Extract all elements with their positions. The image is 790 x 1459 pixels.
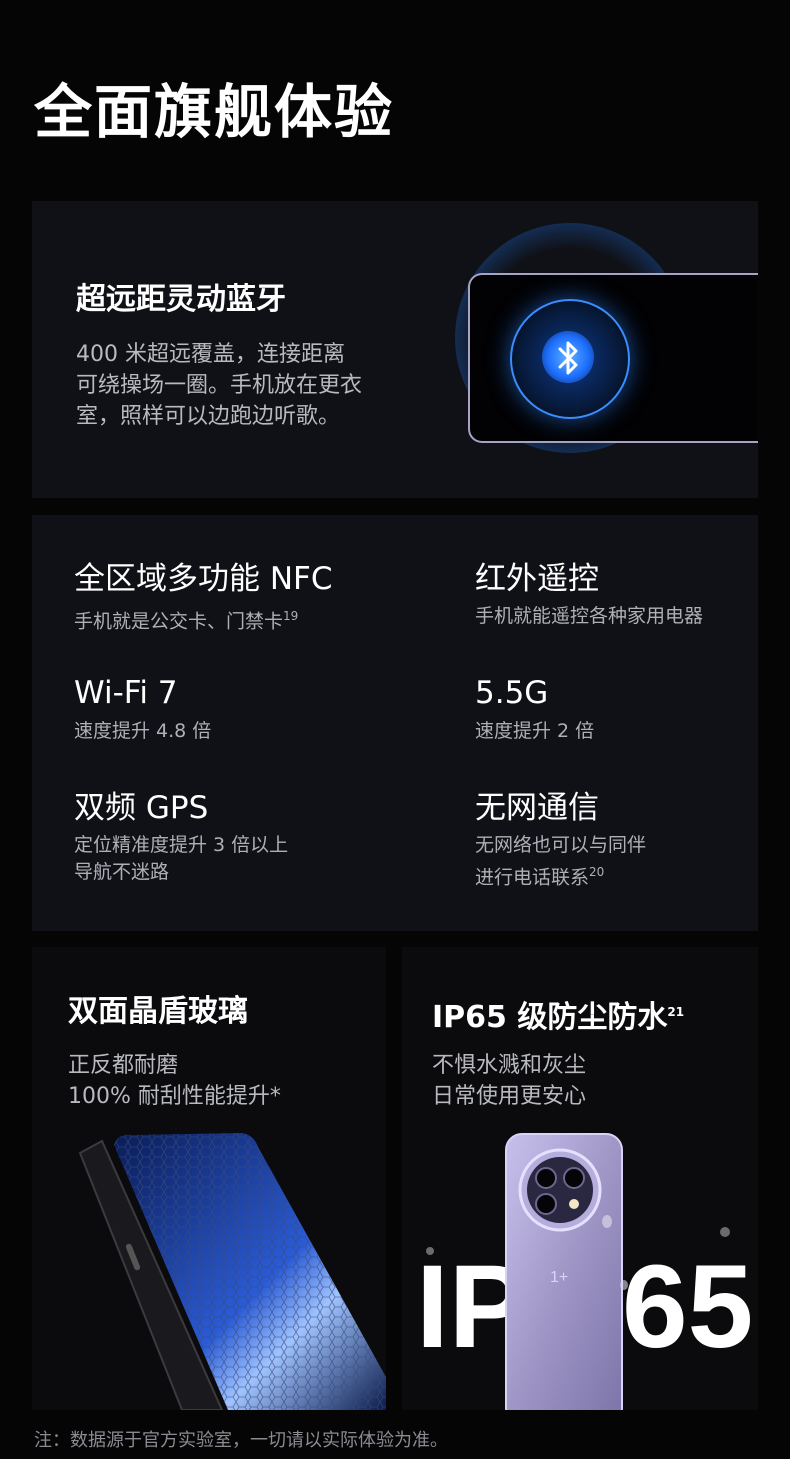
ip65-title: IP65 级防尘防水21 <box>432 1000 685 1035</box>
bluetooth-title: 超远距灵动蓝牙 <box>76 282 286 317</box>
feature-title-offline: 无网通信 <box>475 790 599 826</box>
feature-sub-5g: 速度提升 2 倍 <box>475 720 595 742</box>
feature-title-5g: 5.5G <box>475 675 549 711</box>
glass-description: 正反都耐磨 100% 耐刮性能提升* <box>68 1053 281 1109</box>
water-drop <box>620 1280 628 1290</box>
bluetooth-description: 400 米超远覆盖，连接距离 可绕操场一圈。手机放在更衣 室，照样可以边跑边听歌… <box>76 342 363 429</box>
feature-sub-gps: 定位精准度提升 3 倍以上 导航不迷路 <box>74 834 289 883</box>
feature-title-wifi: Wi-Fi 7 <box>74 675 178 711</box>
ip-big-text-right: 65 <box>622 1241 754 1373</box>
purple-phone-back: 1+ <box>505 1133 623 1410</box>
glass-title: 双面晶盾玻璃 <box>68 994 248 1029</box>
water-drop <box>602 1215 612 1228</box>
feature-title-nfc: 全区域多功能 NFC <box>74 561 333 597</box>
footnote: 注：数据源于官方实验室，一切请以实际体验为准。 <box>34 1430 448 1451</box>
bluetooth-card: 超远距灵动蓝牙 400 米超远覆盖，连接距离 可绕操场一圈。手机放在更衣 室，照… <box>32 201 758 498</box>
glass-card: 双面晶盾玻璃 正反都耐磨 100% 耐刮性能提升* <box>32 947 386 1410</box>
feature-sub-nfc: 手机就是公交卡、门禁卡19 <box>74 609 299 633</box>
feature-title-gps: 双频 GPS <box>74 790 209 826</box>
feature-sub-offline: 无网络也可以与同伴 进行电话联系20 <box>475 834 647 889</box>
bluetooth-icon <box>558 341 578 375</box>
page-title: 全面旗舰体验 <box>34 78 395 146</box>
ip65-card: IP65 级防尘防水21 不惧水溅和灰尘 日常使用更安心 IP 65 1+ <box>402 947 758 1410</box>
feature-title-ir: 红外遥控 <box>475 561 599 597</box>
ip65-description: 不惧水溅和灰尘 日常使用更安心 <box>432 1053 587 1109</box>
features-card: 全区域多功能 NFC 手机就是公交卡、门禁卡19 红外遥控 手机就能遥控各种家用… <box>32 515 758 931</box>
feature-sub-wifi: 速度提升 4.8 倍 <box>74 720 212 742</box>
water-drop <box>720 1227 730 1237</box>
glass-phone-illustration <box>78 1133 386 1410</box>
svg-text:1+: 1+ <box>550 1269 568 1286</box>
water-drop <box>426 1247 434 1255</box>
feature-sub-ir: 手机就能遥控各种家用电器 <box>475 605 704 627</box>
